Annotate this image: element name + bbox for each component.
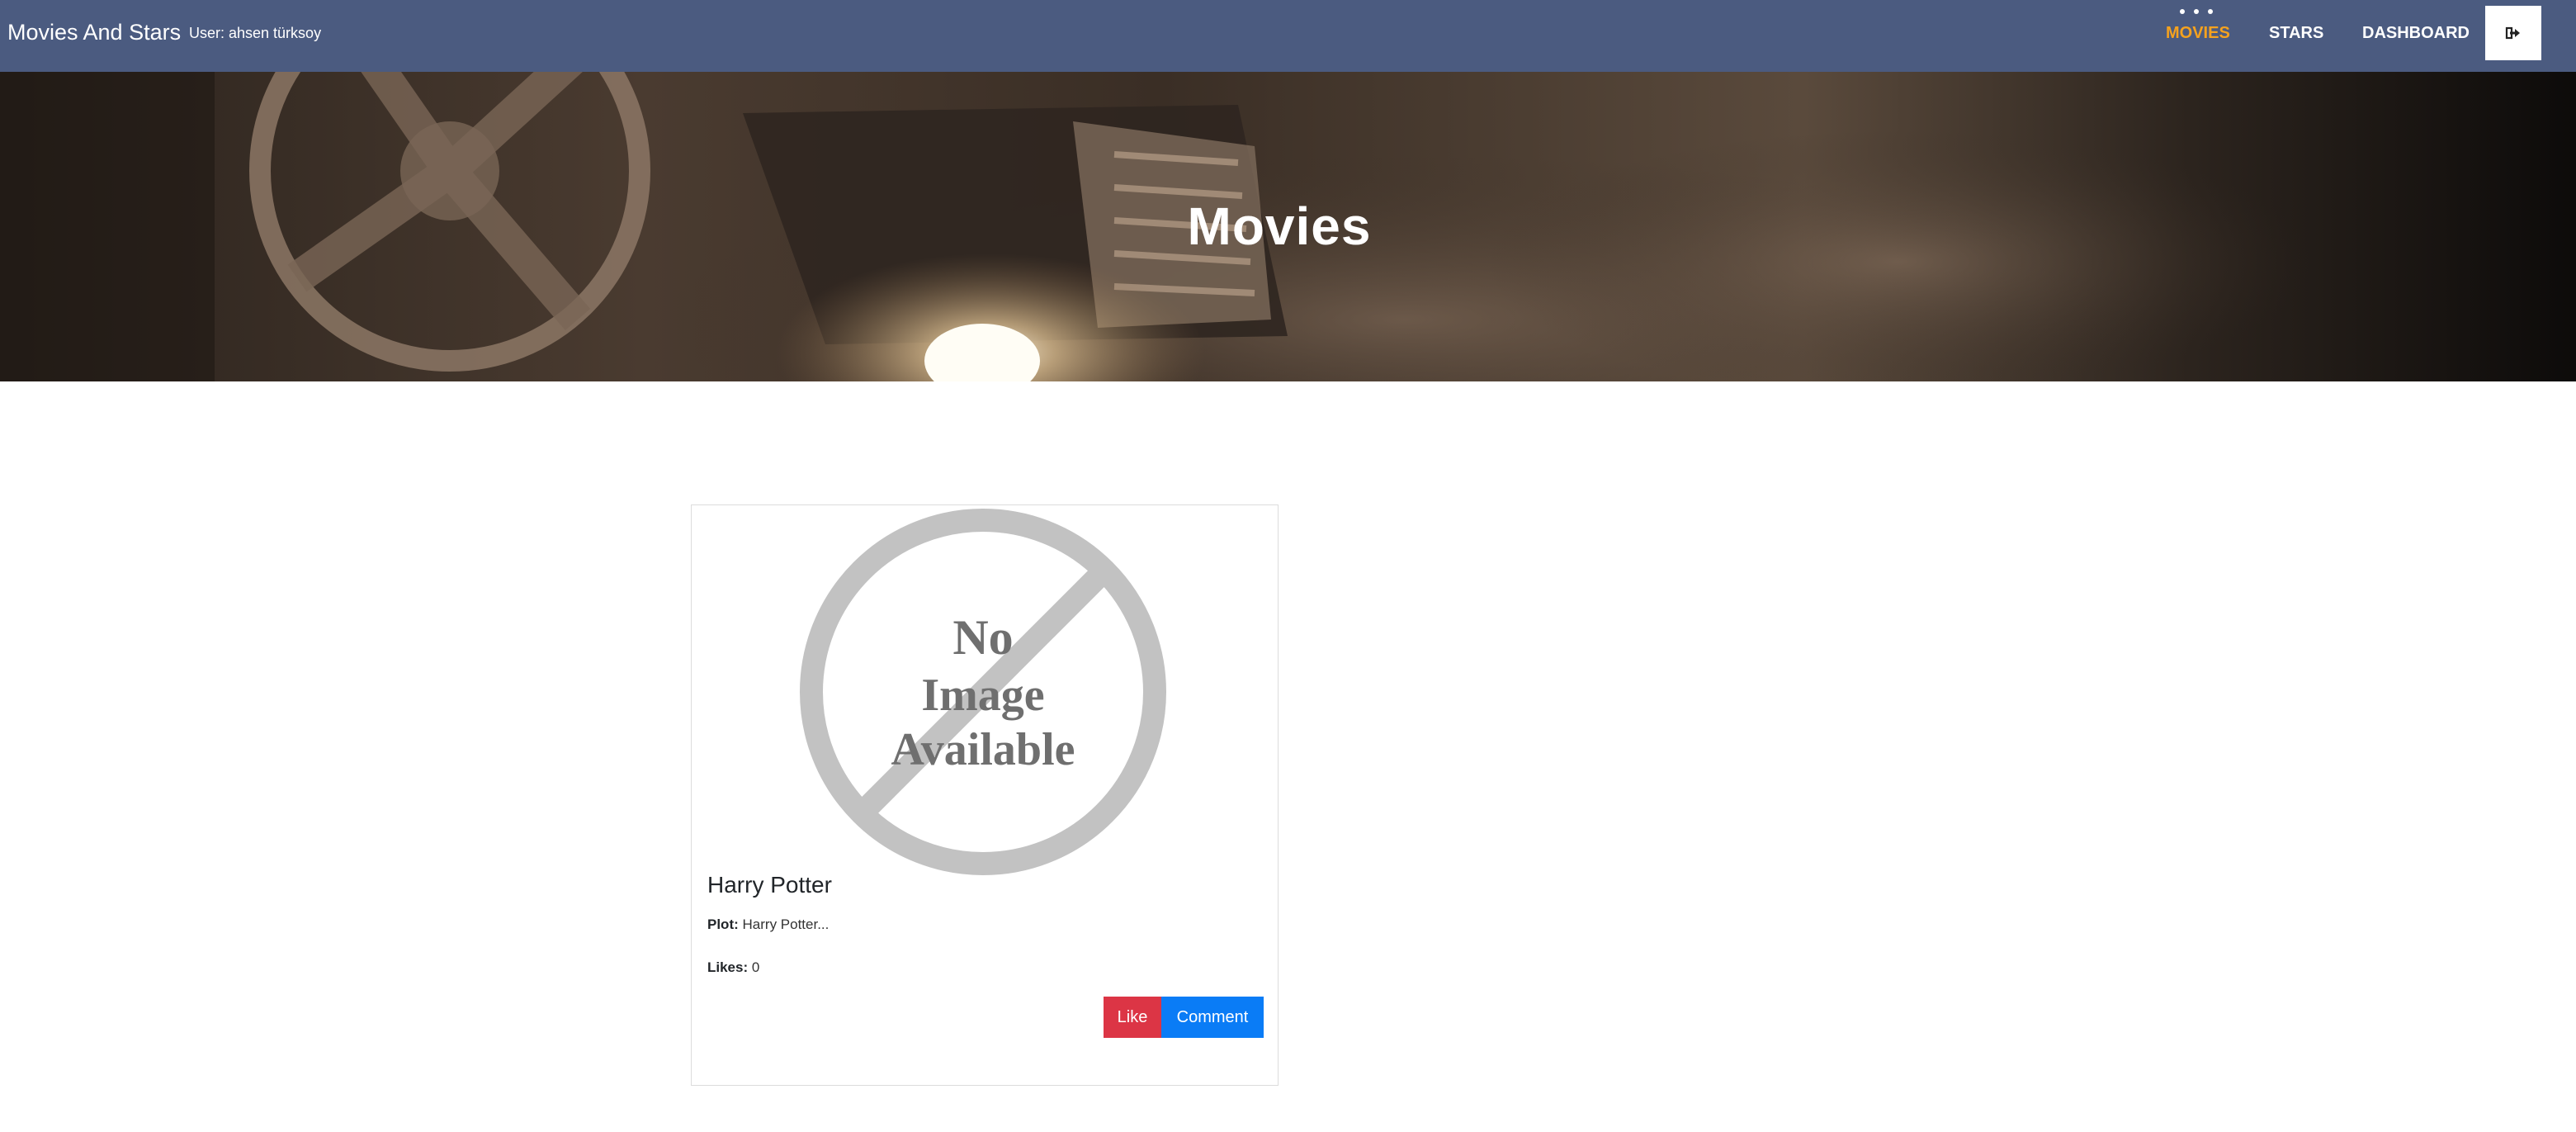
movie-likes: Likes: 0 <box>707 959 759 976</box>
movie-title: Harry Potter <box>707 872 832 898</box>
active-indicator-dots <box>2180 9 2213 16</box>
top-navbar: Movies And Stars User: ahsen türksoy MOV… <box>0 0 2576 72</box>
brand-title[interactable]: Movies And Stars <box>7 20 181 45</box>
sign-out-icon <box>2505 26 2520 40</box>
nav-link-stars[interactable]: STARS <box>2269 24 2323 43</box>
no-image-text-line-3: Available <box>891 724 1075 775</box>
current-user-label: User: ahsen türksoy <box>189 25 322 41</box>
page-title: Movies <box>1187 197 1372 256</box>
like-button[interactable]: Like <box>1104 997 1161 1038</box>
no-image-text-line-2: Image <box>921 670 1044 721</box>
plot-label: Plot: <box>707 916 739 932</box>
plot-value: Harry Potter... <box>742 916 830 932</box>
movie-card: No Image Available Harry Potter Plot: Ha… <box>691 504 1279 1086</box>
logout-button[interactable] <box>2485 6 2541 60</box>
likes-label: Likes: <box>707 959 749 975</box>
likes-count: 0 <box>751 959 760 975</box>
hero-banner: Movies <box>0 72 2576 381</box>
no-image-available-placeholder: No Image Available <box>800 509 1166 875</box>
movie-plot: Plot: Harry Potter... <box>707 916 829 933</box>
comment-button[interactable]: Comment <box>1161 997 1264 1038</box>
no-image-text-line-1: No <box>952 610 1013 665</box>
nav-link-dashboard[interactable]: DASHBOARD <box>2362 24 2470 43</box>
nav-link-movies[interactable]: MOVIES <box>2166 24 2230 43</box>
